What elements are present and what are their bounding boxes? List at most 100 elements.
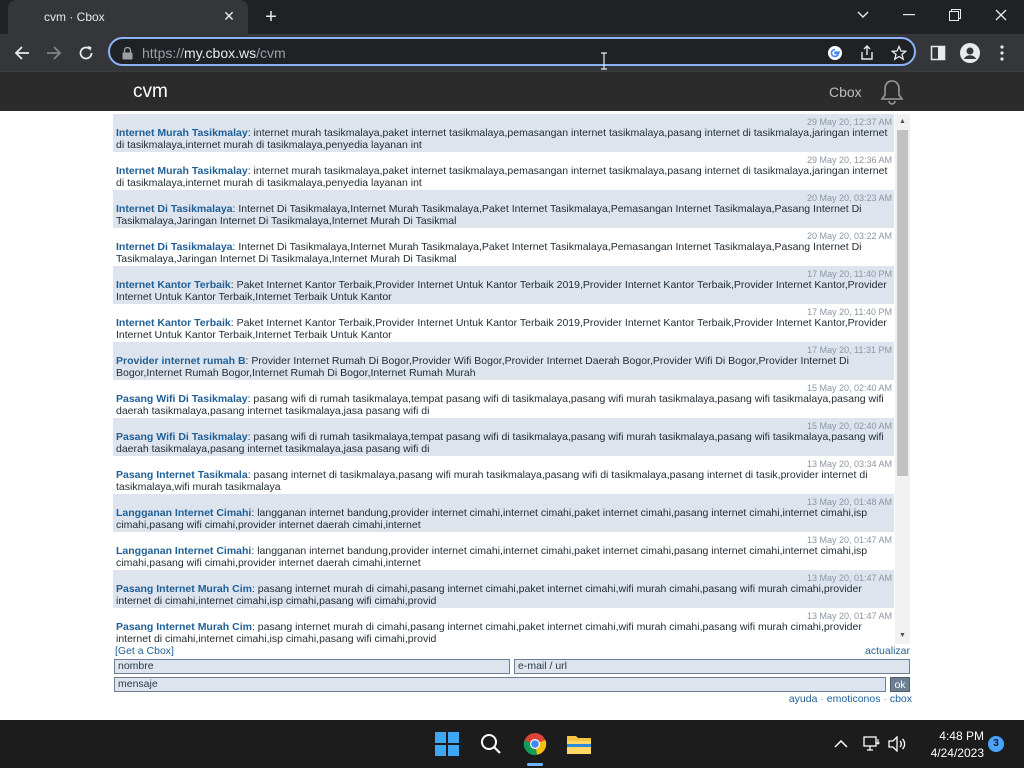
message-row: 17 May 20, 11:40 PM Internet Kantor Terba… xyxy=(113,304,894,342)
message-row: 20 May 20, 03:23 AM Internet Di Tasikmala… xyxy=(113,190,894,228)
url-text: https://my.cbox.ws/cvm xyxy=(142,45,286,61)
message-timestamp: 29 May 20, 12:37 AM xyxy=(806,117,892,127)
emoticons-link[interactable]: emoticonos xyxy=(827,693,881,705)
minimize-icon[interactable] xyxy=(886,0,932,30)
separator: · xyxy=(820,693,824,705)
restore-icon[interactable] xyxy=(932,0,978,30)
message-timestamp: 17 May 20, 11:40 PM xyxy=(807,269,892,279)
message-author-link[interactable]: Pasang Wifi Di Tasikmalay xyxy=(116,431,248,443)
scroll-down-icon[interactable]: ▼ xyxy=(898,632,907,640)
separator: · xyxy=(883,693,887,705)
message-timestamp: 13 May 20, 01:47 AM xyxy=(806,573,892,583)
message-author-link[interactable]: Internet Di Tasikmalaya xyxy=(116,241,233,253)
cbox-widget: 29 May 20, 12:37 AM Internet Murah Tasikm… xyxy=(113,111,912,720)
message-body: Pasang Internet Murah Cim: pasang intern… xyxy=(116,610,891,644)
message-list[interactable]: 29 May 20, 12:37 AM Internet Murah Tasikm… xyxy=(113,114,894,644)
message-body: Pasang Internet Murah Cim: pasang intern… xyxy=(116,572,891,607)
back-icon[interactable] xyxy=(9,40,35,66)
message-row: 17 May 20, 11:31 PM Provider internet rum… xyxy=(113,342,894,380)
message-body: Pasang Wifi Di Tasikmalay: pasang wifi d… xyxy=(116,420,891,455)
search-icon[interactable] xyxy=(477,730,505,758)
cbox-link[interactable]: Cbox xyxy=(829,84,862,100)
message-scrollbar[interactable]: ▲ ▼ xyxy=(895,114,910,644)
share-icon[interactable] xyxy=(858,44,876,62)
message-author-link[interactable]: Internet Murah Tasikmalay xyxy=(116,165,248,177)
message-body: Internet Kantor Terbaik: Paket Internet … xyxy=(116,268,891,303)
browser-toolbar: https://my.cbox.ws/cvm xyxy=(0,34,1024,71)
network-icon[interactable] xyxy=(863,735,881,753)
close-window-icon[interactable] xyxy=(978,0,1024,30)
tab-search-icon[interactable] xyxy=(840,0,886,30)
volume-icon[interactable] xyxy=(888,735,906,753)
cbox-footer-links: ayuda · emoticonos · cbox xyxy=(789,693,912,705)
message-body: Pasang Wifi Di Tasikmalay: pasang wifi d… xyxy=(116,382,891,417)
message-row: 13 May 20, 03:34 AM Pasang Internet Tasik… xyxy=(113,456,894,494)
scrollbar-thumb[interactable] xyxy=(897,130,908,476)
bell-icon[interactable] xyxy=(880,79,904,105)
message-row: 29 May 20, 12:36 AM Internet Murah Tasikm… xyxy=(113,152,894,190)
message-text: : Paket Internet Kantor Terbaik,Provider… xyxy=(116,279,887,303)
scroll-up-icon[interactable]: ▲ xyxy=(898,118,907,126)
file-explorer-icon[interactable] xyxy=(565,730,593,758)
message-body: Internet Murah Tasikmalay: internet mura… xyxy=(116,154,891,189)
get-cbox-link[interactable]: [Get a Cbox] xyxy=(115,645,174,657)
chevron-up-icon[interactable] xyxy=(832,735,850,753)
chrome-icon[interactable] xyxy=(521,730,549,758)
browser-tab[interactable]: cvm · Cbox ✕ xyxy=(8,0,248,34)
windows-start-icon[interactable] xyxy=(433,730,461,758)
google-lens-icon[interactable] xyxy=(826,44,844,62)
message-timestamp: 15 May 20, 02:40 AM xyxy=(806,383,892,393)
message-body: Pasang Internet Tasikmala: pasang intern… xyxy=(116,458,891,493)
message-timestamp: 13 May 20, 01:47 AM xyxy=(806,535,892,545)
message-author-link[interactable]: Langganan Internet Cimahi xyxy=(116,507,251,519)
reload-icon[interactable] xyxy=(73,40,99,66)
notification-badge[interactable]: 3 xyxy=(988,736,1004,752)
cbox-home-link[interactable]: cbox xyxy=(890,693,912,705)
message-timestamp: 13 May 20, 03:34 AM xyxy=(806,459,892,469)
cbox-links-row: [Get a Cbox] actualizar xyxy=(115,645,910,658)
forward-icon[interactable] xyxy=(41,40,67,66)
system-clock[interactable]: 4:48 PM 4/24/2023 xyxy=(918,728,984,762)
lock-icon[interactable] xyxy=(118,44,136,62)
refresh-link[interactable]: actualizar xyxy=(865,645,910,657)
message-timestamp: 13 May 20, 01:48 AM xyxy=(806,497,892,507)
message-author-link[interactable]: Internet Di Tasikmalaya xyxy=(116,203,233,215)
site-header: cvm Cbox xyxy=(0,71,1024,111)
message-timestamp: 20 May 20, 03:23 AM xyxy=(806,193,892,203)
message-author-link[interactable]: Internet Kantor Terbaik xyxy=(116,279,231,291)
message-author-link[interactable]: Pasang Wifi Di Tasikmalay xyxy=(116,393,248,405)
message-body: Langganan Internet Cimahi: langganan int… xyxy=(116,496,891,531)
more-menu-icon[interactable] xyxy=(989,40,1015,66)
message-author-link[interactable]: Pasang Internet Murah Cim xyxy=(116,583,252,595)
email-url-field[interactable]: e-mail / url xyxy=(514,659,910,674)
message-timestamp: 17 May 20, 11:31 PM xyxy=(807,345,892,355)
message-body: Internet Di Tasikmalaya: Internet Di Tas… xyxy=(116,192,891,227)
text-cursor-icon xyxy=(600,52,608,70)
message-author-link[interactable]: Pasang Internet Tasikmala xyxy=(116,469,248,481)
page-title[interactable]: cvm xyxy=(133,81,168,103)
bookmark-star-icon[interactable] xyxy=(890,44,908,62)
profile-icon[interactable] xyxy=(957,40,983,66)
message-body: Internet Di Tasikmalaya: Internet Di Tas… xyxy=(116,230,891,265)
message-field[interactable]: mensaje xyxy=(114,677,886,692)
message-body: Internet Kantor Terbaik: Paket Internet … xyxy=(116,306,891,341)
side-panel-icon[interactable] xyxy=(925,40,951,66)
message-row: 13 May 20, 01:48 AM Langganan Internet Ci… xyxy=(113,494,894,532)
help-link[interactable]: ayuda xyxy=(789,693,818,705)
tab-title: cvm · Cbox xyxy=(44,10,105,24)
message-author-link[interactable]: Internet Kantor Terbaik xyxy=(116,317,231,329)
message-author-link[interactable]: Langganan Internet Cimahi xyxy=(116,545,251,557)
message-row: 15 May 20, 02:40 AM Pasang Wifi Di Tasikm… xyxy=(113,418,894,456)
message-author-link[interactable]: Provider internet rumah B xyxy=(116,355,246,367)
message-body: Internet Murah Tasikmalay: internet mura… xyxy=(116,116,891,151)
name-field[interactable]: nombre xyxy=(114,659,510,674)
message-row: 17 May 20, 11:40 PM Internet Kantor Terba… xyxy=(113,266,894,304)
message-row: 13 May 20, 01:47 AM Langganan Internet Ci… xyxy=(113,532,894,570)
new-tab-icon[interactable]: + xyxy=(260,6,282,28)
message-body: Langganan Internet Cimahi: langganan int… xyxy=(116,534,891,569)
address-bar[interactable]: https://my.cbox.ws/cvm xyxy=(108,37,916,66)
ok-button[interactable]: ok xyxy=(890,677,910,692)
message-author-link[interactable]: Internet Murah Tasikmalay xyxy=(116,127,248,139)
message-author-link[interactable]: Pasang Internet Murah Cim xyxy=(116,621,252,633)
close-tab-icon[interactable]: ✕ xyxy=(220,7,238,25)
